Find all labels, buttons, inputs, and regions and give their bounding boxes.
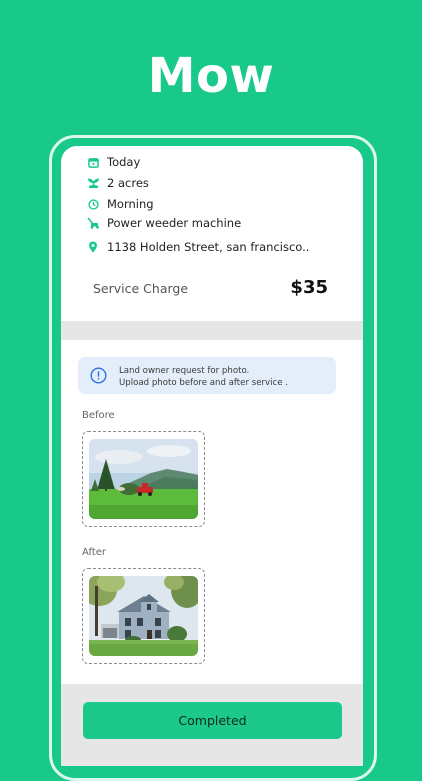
before-photo <box>89 439 198 519</box>
detail-equipment-text: Power weeder machine <box>107 216 242 230</box>
photo-request-alert: Land owner request for photo. Upload pho… <box>78 357 336 394</box>
detail-time-text: Morning <box>107 197 154 211</box>
alert-line-1: Land owner request for photo. <box>119 366 250 376</box>
before-label: Before <box>82 410 115 421</box>
mower-icon <box>86 216 100 230</box>
job-detail-screen: Today 2 acres Morning Power weeder machi… <box>61 146 363 766</box>
service-charge-label: Service Charge <box>93 281 189 296</box>
location-pin-icon <box>86 240 100 254</box>
hero-title: Mow <box>147 48 275 104</box>
before-photo-upload[interactable] <box>82 431 205 527</box>
completed-button[interactable]: Completed <box>83 702 342 739</box>
detail-equipment: Power weeder machine <box>86 213 241 233</box>
detail-time: Morning <box>86 194 154 214</box>
alert-line-2: Upload photo before and after service . <box>119 378 288 388</box>
detail-date-text: Today <box>107 155 141 169</box>
calendar-icon <box>86 155 100 169</box>
after-photo-upload[interactable] <box>82 568 205 664</box>
service-charge-value: $35 <box>290 277 328 298</box>
detail-address-text: 1138 Holden Street, san francisco.. <box>107 240 310 254</box>
section-divider <box>61 321 363 340</box>
info-icon <box>90 367 107 384</box>
clock-icon <box>86 197 100 211</box>
detail-date: Today <box>86 152 140 172</box>
detail-address: 1138 Holden Street, san francisco.. <box>86 237 309 257</box>
after-photo <box>89 576 198 656</box>
after-label: After <box>82 547 107 558</box>
sprout-icon <box>86 176 100 190</box>
detail-area-text: 2 acres <box>107 176 149 190</box>
detail-area: 2 acres <box>86 173 149 193</box>
